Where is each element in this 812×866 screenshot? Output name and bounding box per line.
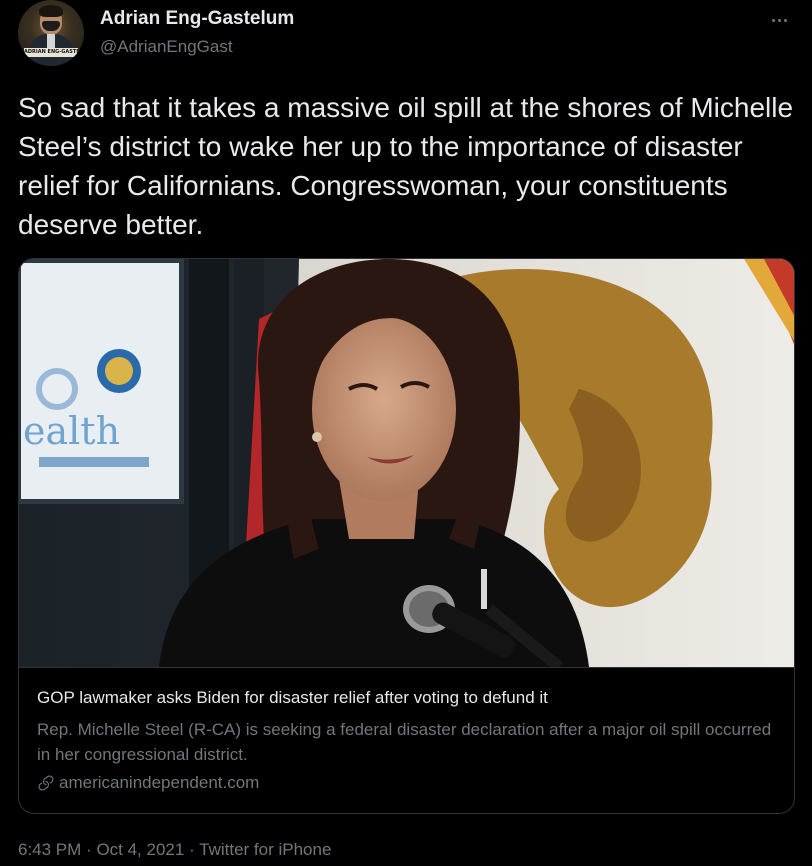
card-meta[interactable]: GOP lawmaker asks Biden for disaster rel… (19, 667, 794, 813)
avatar-nameplate: ADRIAN ENG-GASTEL (24, 48, 78, 57)
card-description: Rep. Michelle Steel (R-CA) is seeking a … (37, 720, 772, 764)
author-display-name[interactable]: Adrian Eng-Gastelum (100, 8, 294, 30)
screen-sign-text: ealth (23, 409, 120, 453)
tweet-timestamp: 6:43 PM · Oct 4, 2021 · Twitter for iPho… (18, 840, 331, 860)
link-card[interactable]: ealth GOP lawmaker asks Biden for disast… (18, 258, 795, 814)
card-domain-text[interactable]: americanindependent.com (59, 773, 259, 793)
tweet-date[interactable]: Oct 4, 2021 (96, 840, 184, 859)
separator-dot: · (189, 840, 200, 859)
avatar-shirt (47, 34, 55, 48)
tweet-time[interactable]: 6:43 PM (18, 840, 81, 859)
author-handle[interactable]: @AdrianEngGast (100, 37, 233, 57)
link-icon (38, 775, 54, 791)
photo-woman-at-podium-icon: ealth (19, 259, 794, 667)
avatar[interactable]: ADRIAN ENG-GASTEL (18, 0, 84, 66)
separator-dot: · (86, 840, 97, 859)
more-options-icon[interactable] (764, 12, 794, 28)
card-title[interactable]: GOP lawmaker asks Biden for disaster rel… (37, 688, 548, 708)
tweet: ADRIAN ENG-GASTEL Adrian Eng-Gastelum @A… (0, 0, 812, 866)
card-domain[interactable]: americanindependent.com (37, 773, 259, 793)
tweet-text: So sad that it takes a massive oil spill… (18, 92, 794, 240)
tweet-source[interactable]: Twitter for iPhone (199, 840, 331, 859)
avatar-hair (39, 5, 63, 17)
card-image[interactable]: ealth (19, 259, 794, 667)
